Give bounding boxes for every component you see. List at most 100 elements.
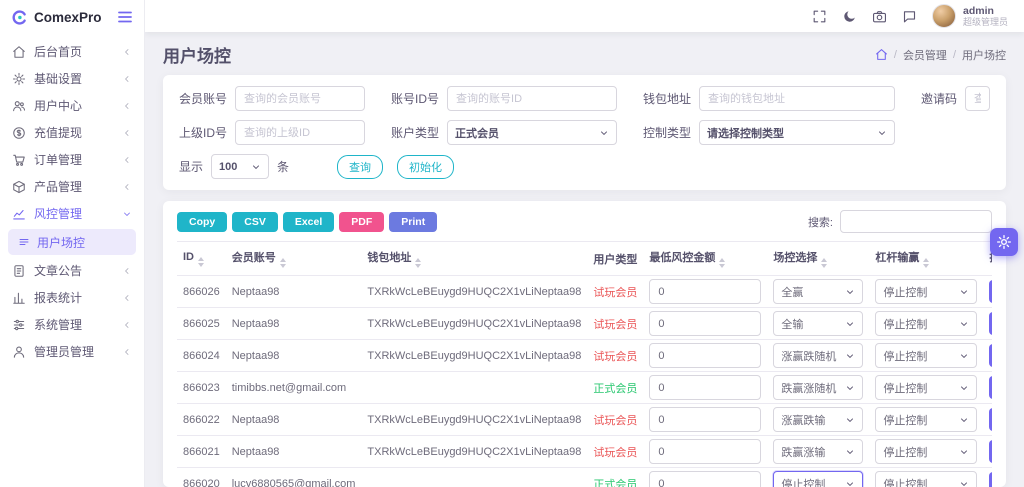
sidebar-item-label: 充值提现 bbox=[34, 124, 82, 141]
column-header-场控选择[interactable]: 场控选择 bbox=[767, 242, 869, 276]
save-button[interactable]: 保存 bbox=[989, 376, 992, 399]
data-table: ID会员账号钱包地址用户类型最低风控金额场控选择杠杆输赢操作 866026Nep… bbox=[177, 241, 992, 487]
filter-field-account-id: 账号ID号 bbox=[391, 86, 617, 111]
lever-select[interactable]: 停止控制 bbox=[875, 407, 977, 432]
sidebar-item-home[interactable]: 后台首页 bbox=[0, 38, 144, 65]
scene-select[interactable]: 涨赢跌随机 bbox=[773, 343, 863, 368]
sidebar: ComexPro 后台首页基础设置用户中心充值提现订单管理产品管理风控管理用户场… bbox=[0, 0, 145, 487]
sort-icon bbox=[415, 258, 421, 268]
settings-icon bbox=[12, 72, 26, 86]
query-button[interactable]: 查询 bbox=[337, 155, 383, 179]
lever-select[interactable]: 停止控制 bbox=[875, 471, 977, 487]
print-export-button[interactable]: Print bbox=[389, 212, 437, 232]
display-label: 显示 bbox=[179, 158, 203, 175]
user-type-badge: 试玩会员 bbox=[593, 415, 637, 427]
chevron-left-icon bbox=[122, 101, 132, 111]
sidebar-item-products[interactable]: 产品管理 bbox=[0, 173, 144, 200]
sidebar-item-articles[interactable]: 文章公告 bbox=[0, 257, 144, 284]
sidebar-item-admins[interactable]: 管理员管理 bbox=[0, 338, 144, 365]
cell-wallet: TXRkWcLeBEuygd9HUQC2X1vLiNeptaa98 bbox=[361, 276, 587, 308]
account-id-input[interactable] bbox=[447, 86, 617, 111]
account-type-select[interactable]: 正式会员 bbox=[447, 120, 617, 145]
column-header-ID[interactable]: ID bbox=[177, 242, 226, 276]
lever-select[interactable]: 停止控制 bbox=[875, 375, 977, 400]
theme-customizer-button[interactable] bbox=[990, 228, 1018, 256]
cell-user-type: 正式会员 bbox=[587, 372, 643, 404]
page-size-select[interactable]: 100 bbox=[211, 154, 269, 179]
column-header-会员账号[interactable]: 会员账号 bbox=[226, 242, 362, 276]
invite-code-input[interactable] bbox=[965, 86, 990, 111]
save-button[interactable]: 保存 bbox=[989, 440, 992, 463]
breadcrumb-item-member-management[interactable]: 会员管理 bbox=[903, 47, 947, 63]
min-amount-input[interactable] bbox=[649, 407, 761, 432]
sort-icon bbox=[923, 258, 929, 268]
sidebar-item-orders[interactable]: 订单管理 bbox=[0, 146, 144, 173]
save-button[interactable]: 保存 bbox=[989, 408, 992, 431]
screenshot-button[interactable] bbox=[872, 9, 887, 24]
sidebar-item-basic-settings[interactable]: 基础设置 bbox=[0, 65, 144, 92]
scene-select[interactable]: 涨赢跌输 bbox=[773, 407, 863, 432]
moon-icon bbox=[842, 9, 857, 24]
init-button[interactable]: 初始化 bbox=[397, 155, 454, 179]
articles-icon bbox=[12, 264, 26, 278]
users-icon bbox=[12, 99, 26, 113]
cell-min-amount bbox=[643, 340, 767, 372]
parent-id-input[interactable] bbox=[235, 120, 365, 145]
chevron-down-icon bbox=[845, 479, 855, 487]
save-button[interactable]: 保存 bbox=[989, 344, 992, 367]
lever-select[interactable]: 停止控制 bbox=[875, 343, 977, 368]
lever-select[interactable]: 停止控制 bbox=[875, 279, 977, 304]
min-amount-input[interactable] bbox=[649, 311, 761, 336]
sidebar-item-system[interactable]: 系统管理 bbox=[0, 311, 144, 338]
breadcrumb-home-icon[interactable] bbox=[875, 48, 888, 61]
excel-export-button[interactable]: Excel bbox=[283, 212, 334, 232]
min-amount-input[interactable] bbox=[649, 375, 761, 400]
scene-select[interactable]: 全输 bbox=[773, 311, 863, 336]
scene-select[interactable]: 跌赢涨随机 bbox=[773, 375, 863, 400]
page-size-value: 100 bbox=[219, 161, 245, 173]
table-row: 866023timibbs.net@gmail.com正式会员跌赢涨随机停止控制… bbox=[177, 372, 992, 404]
min-amount-input[interactable] bbox=[649, 439, 761, 464]
save-button[interactable]: 保存 bbox=[989, 312, 992, 335]
cell-wallet bbox=[361, 372, 587, 404]
sidebar-item-user-center[interactable]: 用户中心 bbox=[0, 92, 144, 119]
messages-button[interactable] bbox=[902, 9, 917, 24]
user-menu[interactable]: admin 超级管理员 bbox=[932, 4, 1008, 28]
sidebar-subitem-user-scene-control[interactable]: 用户场控 bbox=[8, 229, 136, 255]
lever-select[interactable]: 停止控制 bbox=[875, 439, 977, 464]
chevron-down-icon bbox=[877, 128, 887, 138]
column-header-最低风控金额[interactable]: 最低风控金额 bbox=[643, 242, 767, 276]
search-input[interactable] bbox=[840, 210, 992, 233]
save-button[interactable]: 保存 bbox=[989, 472, 992, 487]
dark-mode-button[interactable] bbox=[842, 9, 857, 24]
scene-select-value: 全输 bbox=[781, 316, 839, 332]
chevron-left-icon bbox=[122, 128, 132, 138]
sidebar-item-reports[interactable]: 报表统计 bbox=[0, 284, 144, 311]
chevron-down-icon bbox=[599, 128, 609, 138]
copy-export-button[interactable]: Copy bbox=[177, 212, 227, 232]
sidebar-item-risk-control[interactable]: 风控管理 bbox=[0, 200, 144, 227]
scene-select[interactable]: 全赢 bbox=[773, 279, 863, 304]
sidebar-item-recharge-withdraw[interactable]: 充值提现 bbox=[0, 119, 144, 146]
save-button[interactable]: 保存 bbox=[989, 280, 992, 303]
csv-export-button[interactable]: CSV bbox=[232, 212, 278, 232]
column-header-杠杆输赢[interactable]: 杠杆输赢 bbox=[869, 242, 983, 276]
member-account-input[interactable] bbox=[235, 86, 365, 111]
scene-select[interactable]: 跌赢涨输 bbox=[773, 439, 863, 464]
min-amount-input[interactable] bbox=[649, 471, 761, 487]
min-amount-input[interactable] bbox=[649, 343, 761, 368]
account-id-label: 账号ID号 bbox=[391, 90, 439, 107]
fullscreen-button[interactable] bbox=[812, 9, 827, 24]
control-type-select[interactable]: 请选择控制类型 bbox=[699, 120, 895, 145]
menu-toggle-button[interactable] bbox=[116, 8, 134, 26]
cell-action: 保存 bbox=[983, 340, 992, 372]
cell-action: 保存 bbox=[983, 276, 992, 308]
cell-id: 866023 bbox=[177, 372, 226, 404]
scene-select[interactable]: 停止控制 bbox=[773, 471, 863, 487]
pdf-export-button[interactable]: PDF bbox=[339, 212, 384, 232]
wallet-address-input[interactable] bbox=[699, 86, 895, 111]
column-header-钱包地址[interactable]: 钱包地址 bbox=[361, 242, 587, 276]
lever-select[interactable]: 停止控制 bbox=[875, 311, 977, 336]
min-amount-input[interactable] bbox=[649, 279, 761, 304]
products-icon bbox=[12, 180, 26, 194]
